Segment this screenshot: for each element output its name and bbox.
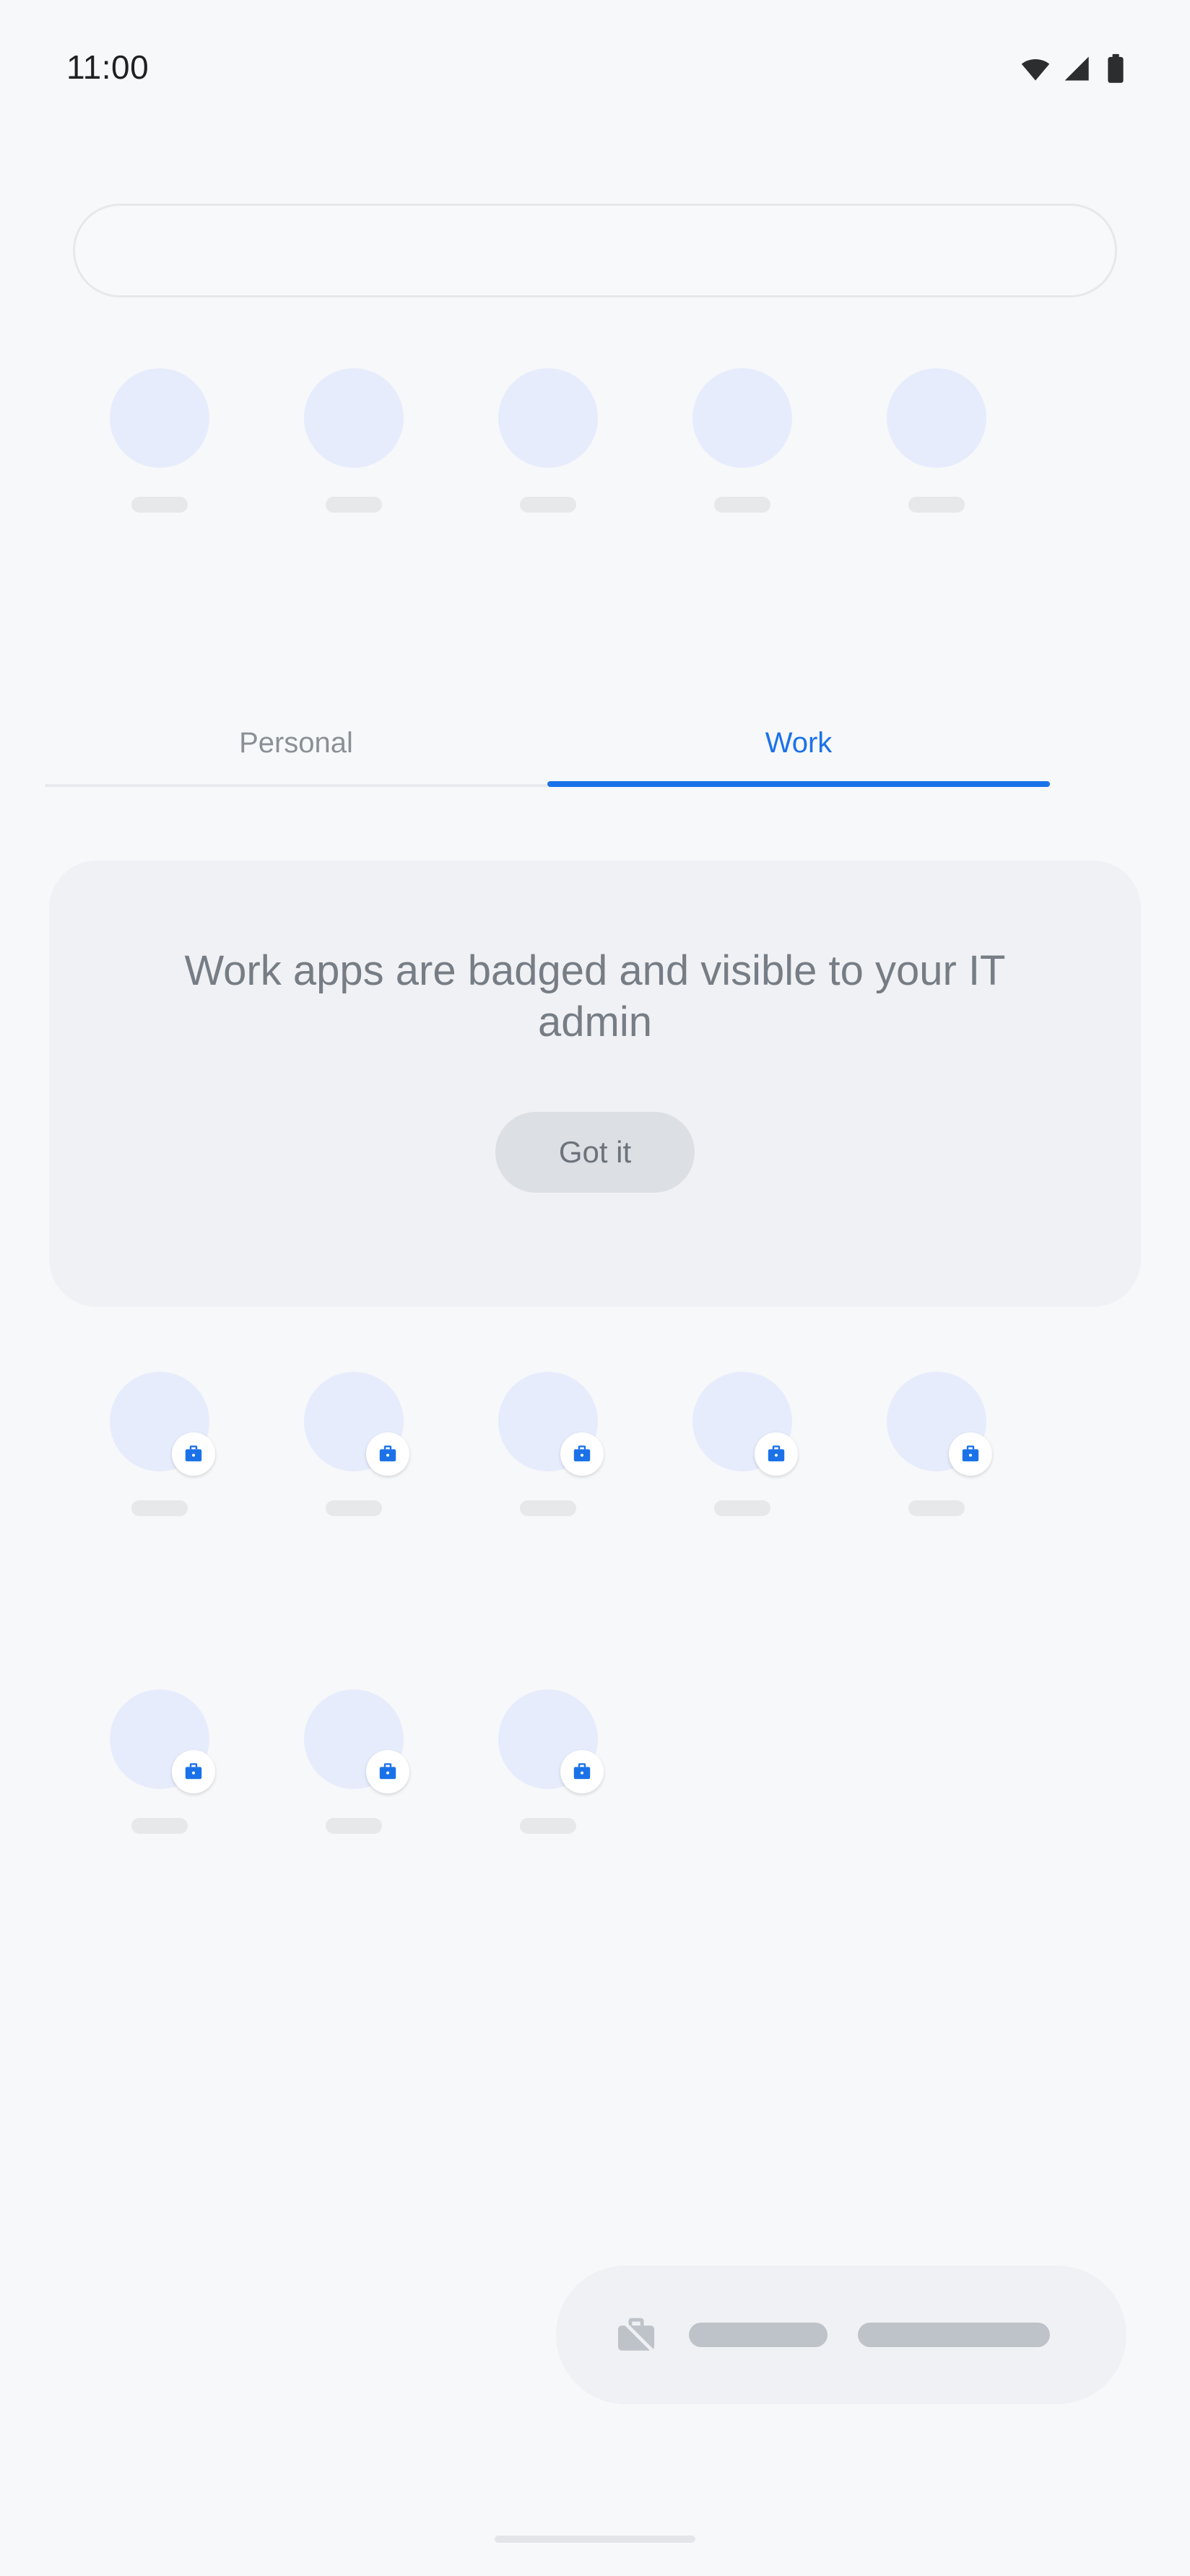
app-icon-placeholder[interactable]: [303, 368, 404, 468]
app-label-placeholder: [325, 1818, 382, 1834]
app-label-placeholder: [713, 1500, 770, 1516]
app-item[interactable]: [62, 1689, 256, 1834]
app-label-placeholder: [713, 497, 770, 513]
app-item[interactable]: [839, 1372, 1033, 1516]
app-label-placeholder: [519, 497, 576, 513]
app-icon-wrap[interactable]: [498, 1372, 604, 1476]
app-label-placeholder: [131, 497, 188, 513]
work-profile-info-card: Work apps are badged and visible to your…: [49, 861, 1141, 1307]
search-input[interactable]: [73, 204, 1117, 297]
app-icon-wrap[interactable]: [498, 1689, 604, 1793]
app-item[interactable]: [645, 368, 839, 513]
wifi-icon: [1020, 53, 1051, 84]
app-icon-wrap[interactable]: [886, 1372, 992, 1476]
app-icon-placeholder[interactable]: [692, 368, 792, 468]
app-label-placeholder: [908, 1500, 965, 1516]
app-icon-wrap[interactable]: [109, 1372, 215, 1476]
work-briefcase-icon: [171, 1432, 215, 1476]
app-label-placeholder: [325, 497, 382, 513]
work-profile-off-icon: [614, 2312, 659, 2357]
work-profile-info-message: Work apps are badged and visible to your…: [184, 947, 1006, 1045]
app-icon-wrap[interactable]: [692, 368, 792, 468]
app-item[interactable]: [839, 368, 1033, 513]
app-icon-wrap[interactable]: [692, 1372, 798, 1476]
app-item[interactable]: [645, 1372, 839, 1516]
app-item[interactable]: [451, 1689, 645, 1834]
work-apps-row-1: [0, 1372, 1190, 1516]
work-briefcase-icon: [365, 1432, 409, 1476]
app-icon-wrap[interactable]: [498, 368, 598, 468]
app-item[interactable]: [256, 368, 451, 513]
app-icon-wrap[interactable]: [303, 368, 404, 468]
work-profile-toggle-bar[interactable]: [556, 2266, 1126, 2404]
tab-work[interactable]: Work: [547, 700, 1050, 786]
profile-tabs: Personal Work: [45, 700, 1145, 787]
tab-work-label: Work: [765, 726, 833, 759]
work-apps-row-2: [0, 1689, 1190, 1834]
work-briefcase-icon: [560, 1432, 604, 1476]
tab-divider-personal: [45, 784, 547, 787]
battery-icon: [1105, 53, 1126, 84]
app-item[interactable]: [62, 1372, 256, 1516]
app-icon-wrap[interactable]: [109, 1689, 215, 1793]
got-it-button[interactable]: Got it: [495, 1111, 695, 1193]
tab-indicator-work: [547, 781, 1050, 787]
app-item[interactable]: [62, 368, 256, 513]
status-bar-clock: 11:00: [66, 48, 149, 86]
gesture-home-handle[interactable]: [495, 2536, 695, 2543]
app-label-placeholder: [131, 1500, 188, 1516]
app-icon-wrap[interactable]: [303, 1372, 409, 1476]
work-briefcase-icon: [365, 1750, 409, 1793]
tab-personal-label: Personal: [239, 726, 353, 759]
tab-personal[interactable]: Personal: [45, 700, 547, 786]
status-bar: 11:00: [0, 0, 1190, 137]
predicted-apps-row: [0, 368, 1190, 513]
work-toggle-label-placeholder: [689, 2323, 828, 2347]
app-label-placeholder: [908, 497, 965, 513]
app-item[interactable]: [451, 368, 645, 513]
app-label-placeholder: [325, 1500, 382, 1516]
app-icon-wrap[interactable]: [303, 1689, 409, 1793]
work-briefcase-icon: [754, 1432, 798, 1476]
app-icon-placeholder[interactable]: [109, 368, 209, 468]
app-label-placeholder: [519, 1818, 576, 1834]
work-briefcase-icon: [948, 1432, 992, 1476]
app-label-placeholder: [131, 1818, 188, 1834]
app-item[interactable]: [256, 1689, 451, 1834]
work-toggle-switch-placeholder[interactable]: [858, 2323, 1050, 2347]
cell-signal-icon: [1062, 53, 1094, 84]
status-bar-icons: [1020, 53, 1126, 84]
app-icon-wrap[interactable]: [886, 368, 986, 468]
app-item[interactable]: [451, 1372, 645, 1516]
app-item[interactable]: [256, 1372, 451, 1516]
work-briefcase-icon: [560, 1750, 604, 1793]
app-icon-wrap[interactable]: [109, 368, 209, 468]
app-label-placeholder: [519, 1500, 576, 1516]
work-briefcase-icon: [171, 1750, 215, 1793]
app-icon-placeholder[interactable]: [886, 368, 986, 468]
app-icon-placeholder[interactable]: [498, 368, 598, 468]
